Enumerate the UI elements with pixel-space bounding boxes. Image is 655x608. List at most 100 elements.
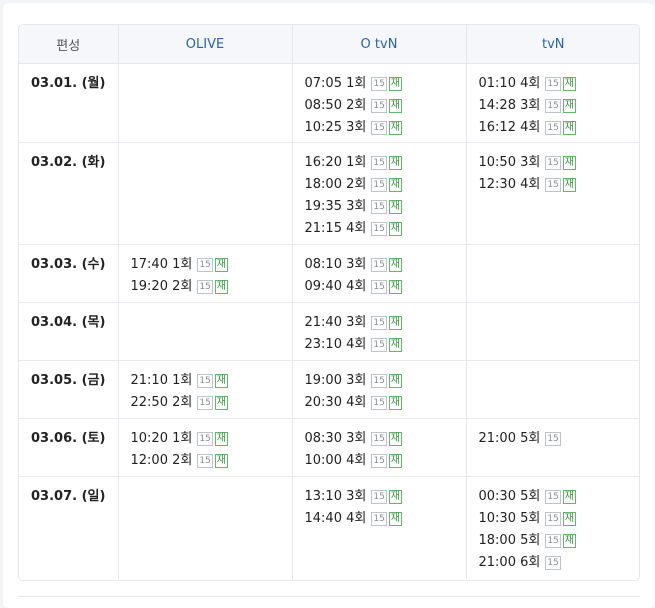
age-rating-15-icon: 15 — [197, 280, 213, 294]
slot-time: 21:40 — [304, 315, 342, 330]
cell-olive — [117, 63, 292, 143]
header-channel-olive[interactable]: OLIVE — [117, 25, 292, 64]
slot-episode: 4회 — [346, 395, 367, 410]
slot-episode: 4회 — [346, 221, 367, 236]
broadcast-slot[interactable]: 08:50 2회 15 재 — [305, 95, 466, 117]
age-rating-15-icon: 15 — [545, 99, 561, 113]
cell-tvn — [465, 360, 639, 419]
slot-time: 07:05 — [304, 76, 342, 91]
slot-time: 22:50 — [130, 395, 168, 410]
slot-time: 23:10 — [304, 337, 342, 352]
broadcast-slot[interactable]: 19:00 3회 15 재 — [305, 370, 466, 392]
broadcast-slot[interactable]: 23:10 4회 15 재 — [305, 334, 466, 356]
slot-time: 12:30 — [478, 177, 516, 192]
slot-episode: 6회 — [520, 555, 541, 570]
rerun-badge: 재 — [562, 156, 576, 170]
age-rating-15-icon: 15 — [371, 374, 387, 388]
table-row: 03.03. (수) 17:40 1회 15 재 19:20 2회 15 재 08:10 3회… — [19, 244, 639, 303]
cell-tvn: 01:10 4회 15 재 14:28 3회 15 재 16:12 4회 15 재 — [465, 63, 640, 143]
rerun-badge: 재 — [214, 432, 228, 446]
broadcast-slot[interactable]: 14:28 3회 15 재 — [479, 95, 640, 117]
age-rating-15-icon: 15 — [545, 556, 561, 570]
age-rating-15-icon: 15 — [197, 454, 213, 468]
rerun-badge: 재 — [562, 490, 576, 504]
slot-time: 20:30 — [304, 395, 342, 410]
slot-episode: 4회 — [520, 177, 541, 192]
slot-time: 16:20 — [304, 155, 342, 170]
broadcast-slot[interactable]: 10:50 3회 15 재 — [479, 152, 640, 174]
slot-time: 17:40 — [130, 257, 168, 272]
slot-episode: 5회 — [520, 489, 541, 504]
rerun-badge: 재 — [388, 396, 402, 410]
slot-time: 14:40 — [304, 511, 342, 526]
slot-episode: 1회 — [346, 76, 367, 91]
broadcast-slot[interactable]: 18:00 2회 15 재 — [305, 174, 466, 196]
rerun-badge: 재 — [388, 432, 402, 446]
broadcast-slot[interactable]: 12:00 2회 15 재 — [131, 450, 292, 472]
broadcast-slot[interactable]: 21:10 1회 15 재 — [131, 370, 292, 392]
row-date: 03.01. (월) — [31, 76, 106, 91]
slot-episode: 3회 — [520, 98, 541, 113]
broadcast-slot[interactable]: 21:00 6회 15 — [479, 552, 640, 574]
broadcast-slot[interactable]: 01:10 4회 15 재 — [478, 73, 640, 95]
broadcast-slot[interactable]: 19:20 2회 15 재 — [131, 276, 292, 298]
broadcast-slot[interactable]: 20:30 4회 15 재 — [305, 392, 466, 414]
broadcast-slot[interactable]: 21:00 5회 15 — [479, 428, 640, 450]
slot-episode: 3회 — [346, 315, 367, 330]
table-header-row: 편성 OLIVE O tvN tvN — [19, 25, 639, 64]
cell-olive — [117, 302, 292, 361]
age-rating-15-icon: 15 — [371, 222, 387, 236]
broadcast-slot[interactable]: 13:10 3회 15 재 — [305, 486, 466, 508]
broadcast-slot[interactable]: 07:05 1회 15 재 — [305, 73, 466, 95]
header-channel-otvn[interactable]: O tvN — [291, 25, 466, 64]
slot-time: 01:10 — [478, 76, 516, 91]
broadcast-slot[interactable]: 19:35 3회 15 재 — [305, 196, 466, 218]
broadcast-slot[interactable]: 10:20 1회 15 재 — [131, 428, 292, 450]
broadcast-slot[interactable]: 18:00 5회 15 재 — [479, 530, 640, 552]
cell-otvn: 16:20 1회 15 재 18:00 2회 15 재 19:35 3회 15 재 21:15 4… — [291, 142, 466, 245]
rerun-badge: 재 — [214, 396, 228, 410]
broadcast-slot[interactable]: 10:30 5회 15 재 — [479, 508, 640, 530]
age-rating-15-icon: 15 — [371, 512, 387, 526]
row-date: 03.03. (수) — [19, 244, 118, 303]
slot-time: 19:00 — [304, 373, 342, 388]
cell-tvn — [465, 302, 639, 361]
broadcast-slot[interactable]: 22:50 2회 15 재 — [131, 392, 292, 414]
rerun-badge: 재 — [388, 222, 402, 236]
rerun-badge: 재 — [562, 121, 576, 135]
age-rating-15-icon: 15 — [371, 77, 387, 91]
broadcast-slot[interactable]: 14:40 4회 15 재 — [305, 508, 466, 530]
broadcast-slot[interactable]: 00:30 5회 15 재 — [479, 486, 640, 508]
broadcast-slot[interactable]: 08:10 3회 15 재 — [305, 254, 466, 276]
age-rating-15-icon: 15 — [371, 396, 387, 410]
rerun-badge: 재 — [562, 99, 576, 113]
broadcast-slot[interactable]: 16:20 1회 15 재 — [305, 152, 466, 174]
row-date: 03.04. (목) — [19, 302, 118, 361]
broadcast-slot[interactable]: 09:40 4회 15 재 — [305, 276, 466, 298]
header-channel-tvn[interactable]: tvN — [465, 25, 639, 64]
rerun-badge: 재 — [214, 258, 228, 272]
age-rating-15-icon: 15 — [371, 200, 387, 214]
rerun-badge: 재 — [562, 178, 576, 192]
age-rating-15-icon: 15 — [197, 432, 213, 446]
age-rating-15-icon: 15 — [197, 258, 213, 272]
age-rating-15-icon: 15 — [371, 338, 387, 352]
broadcast-slot[interactable]: 17:40 1회 15 재 — [131, 254, 292, 276]
cell-olive — [117, 476, 292, 579]
cell-otvn: 08:30 3회 15 재 10:00 4회 15 재 — [291, 418, 466, 477]
rerun-badge: 재 — [388, 258, 402, 272]
rerun-badge: 재 — [388, 316, 402, 330]
broadcast-slot[interactable]: 16:12 4회 15 재 — [479, 117, 640, 139]
broadcast-slot[interactable]: 08:30 3회 15 재 — [305, 428, 466, 450]
broadcast-slot[interactable]: 10:00 4회 15 재 — [305, 450, 466, 472]
broadcast-slot[interactable]: 21:40 3회 15 재 — [305, 312, 466, 334]
broadcast-slot[interactable]: 10:25 3회 15 재 — [305, 117, 466, 139]
row-date: 03.05. (금) — [19, 360, 118, 419]
broadcast-slot[interactable]: 12:30 4회 15 재 — [478, 174, 640, 196]
broadcast-slot[interactable]: 21:15 4회 15 재 — [305, 218, 466, 240]
age-rating-15-icon: 15 — [197, 374, 213, 388]
age-rating-15-icon: 15 — [371, 178, 387, 192]
slot-time: 21:10 — [130, 373, 168, 388]
rerun-badge: 재 — [562, 512, 576, 526]
age-rating-15-icon: 15 — [371, 316, 387, 330]
